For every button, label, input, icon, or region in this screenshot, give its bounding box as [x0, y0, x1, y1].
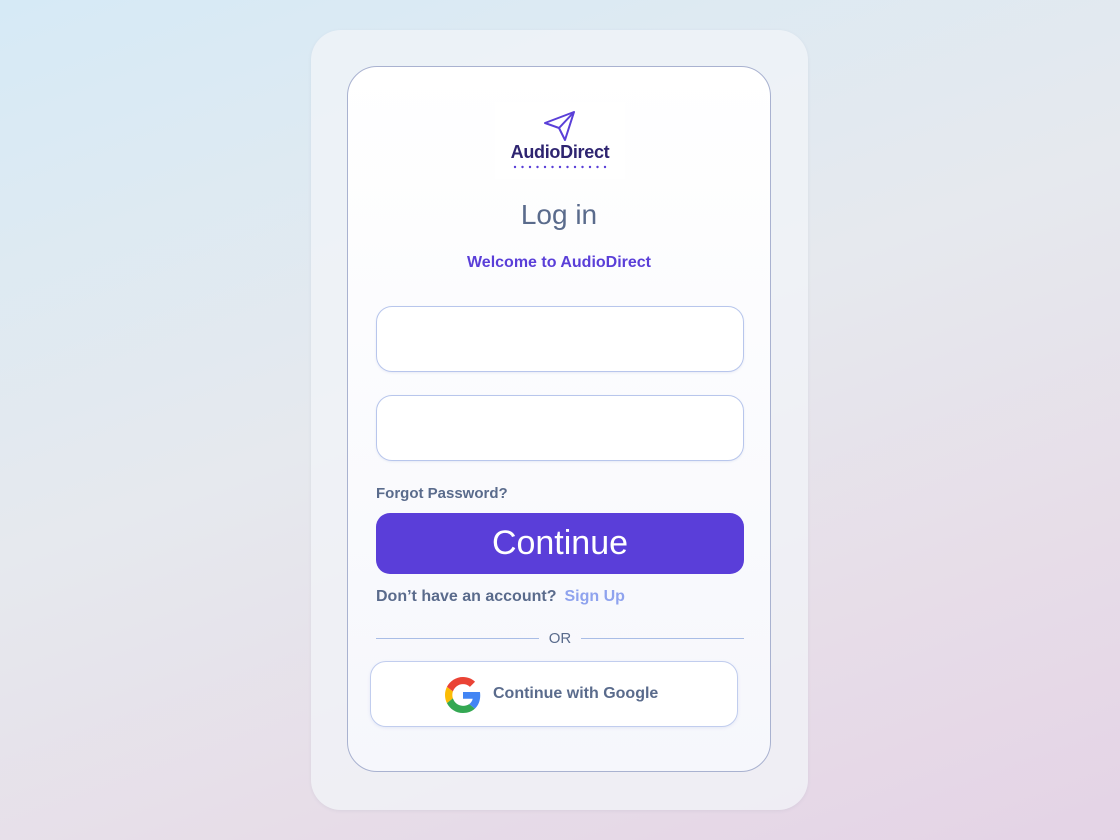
or-divider: OR [376, 629, 744, 649]
username-input[interactable] [376, 306, 744, 372]
brand-logo: AudioDirect [495, 102, 625, 179]
forgot-password-link[interactable]: Forgot Password? [376, 485, 508, 502]
page-title: Log in [520, 199, 598, 230]
google-icon [445, 677, 481, 713]
welcome-message: Welcome to AudioDirect [466, 254, 652, 271]
google-button-label: Continue with Google [493, 685, 659, 702]
login-card: AudioDirect Log in Welcome to AudioDirec… [347, 66, 771, 772]
continue-button[interactable]: Continue [376, 513, 744, 574]
signup-row: Don’t have an account? Sign Up [376, 588, 625, 606]
brand-name: AudioDirect [510, 142, 610, 162]
brand-dots-decoration [513, 165, 607, 169]
password-input[interactable] [376, 395, 744, 461]
no-account-text: Don’t have an account? [376, 588, 557, 605]
divider-line-right [581, 638, 744, 639]
paper-plane-icon [544, 111, 575, 141]
continue-with-google-button[interactable]: Continue with Google [370, 661, 738, 727]
sign-up-link[interactable]: Sign Up [564, 588, 624, 605]
